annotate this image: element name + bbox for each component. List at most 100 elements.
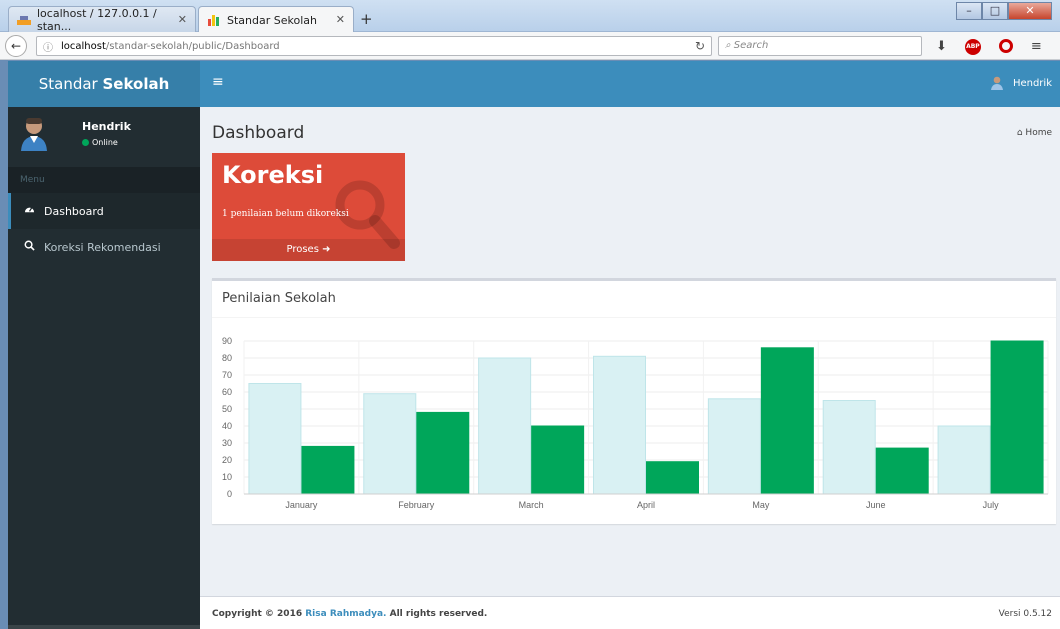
bar-series-1 <box>937 425 991 495</box>
y-tick-label: 70 <box>222 370 232 380</box>
panel-title: Penilaian Sekolah <box>222 291 336 306</box>
browser-tab-standar-sekolah[interactable]: Standar Sekolah ✕ <box>198 6 354 33</box>
hamburger-menu-icon[interactable]: ≡ <box>1031 39 1042 55</box>
x-tick-label: June <box>866 500 886 510</box>
breadcrumb-home: Home <box>1025 128 1052 138</box>
tab-label: localhost / 127.0.0.1 / stan... <box>37 6 157 33</box>
user-status: Online <box>82 138 118 147</box>
brand-bold: Sekolah <box>102 75 170 93</box>
back-arrow-icon[interactable]: ← <box>5 35 27 57</box>
info-box-title: Koreksi <box>222 161 324 189</box>
copyright-prefix: Copyright © 2016 <box>212 609 306 619</box>
x-tick-label: March <box>519 500 544 510</box>
y-tick-label: 90 <box>222 336 232 346</box>
version-text: Versi 0.5.12 <box>998 609 1052 619</box>
app-page: Standar Sekolah Hendrik Online Menu Dash… <box>8 61 1060 629</box>
minimize-icon[interactable]: – <box>956 2 982 20</box>
bar-series-1 <box>363 393 417 495</box>
status-text: Online <box>92 138 118 147</box>
opera-icon[interactable] <box>998 39 1013 53</box>
tab-label: Standar Sekolah <box>227 13 317 27</box>
sidebar-item-label: Koreksi Rekomendasi <box>44 240 161 254</box>
bar-series-2 <box>875 447 929 495</box>
info-box-text: 1 penilaian belum dikoreksi <box>222 209 349 219</box>
new-tab-icon[interactable]: + <box>360 10 373 28</box>
author-link[interactable]: Risa Rahmadya. <box>305 609 386 619</box>
search-input[interactable]: ⌕ Search <box>718 36 922 56</box>
x-tick-label: January <box>285 500 318 510</box>
search-placeholder: Search <box>733 40 769 51</box>
sidebar-item-dashboard[interactable]: Dashboard <box>8 193 200 229</box>
dashboard-icon <box>24 204 38 218</box>
bar-series-2 <box>760 347 814 495</box>
bar-series-1 <box>248 383 302 495</box>
window-controls: – □ ✕ <box>956 2 1052 20</box>
penilaian-panel: Penilaian Sekolah 0 10 20 30 40 50 60 70 80 90 Jan… <box>212 278 1056 524</box>
y-tick-label: 20 <box>222 455 232 465</box>
adblock-icon[interactable]: ABP <box>964 39 981 55</box>
user-avatar-icon <box>990 76 1003 90</box>
x-tick-label: July <box>983 500 1000 510</box>
sidebar-toggle-icon[interactable]: ≡ <box>212 74 224 90</box>
sidebar-scroll-edge <box>8 625 200 629</box>
y-tick-label: 60 <box>222 387 232 397</box>
top-navbar: ≡ Hendrik <box>200 61 1060 107</box>
koreksi-info-box: Koreksi 1 penilaian belum dikoreksi Pros… <box>212 153 405 261</box>
bar-series-2 <box>646 461 699 495</box>
reload-icon[interactable]: ↻ <box>695 39 705 53</box>
browser-tab-bar: localhost / 127.0.0.1 / stan... ✕ Standa… <box>0 0 1060 33</box>
download-icon[interactable]: ⬇ <box>936 39 947 55</box>
user-name: Hendrik <box>82 120 131 133</box>
avatar <box>21 118 47 151</box>
y-tick-label: 30 <box>222 438 232 448</box>
online-dot-icon <box>82 139 89 146</box>
info-icon[interactable]: ⓘ <box>43 39 53 54</box>
content-area: Dashboard ⌂ Home Koreksi 1 penilaian bel… <box>200 107 1060 629</box>
bar-series-1 <box>478 357 532 495</box>
url-path: /standar-sekolah/public/Dashboard <box>105 40 280 52</box>
breadcrumb[interactable]: ⌂ Home <box>1017 128 1052 138</box>
main-footer: Copyright © 2016 Risa Rahmadya. All righ… <box>200 596 1060 629</box>
url-bar[interactable]: ⓘ localhost/standar-sekolah/public/Dashb… <box>36 36 712 56</box>
bar-series-1 <box>707 398 761 495</box>
x-tick-label: February <box>398 500 435 510</box>
close-tab-icon[interactable]: ✕ <box>178 13 187 26</box>
close-window-icon[interactable]: ✕ <box>1008 2 1052 20</box>
search-icon: ⌕ <box>725 40 731 51</box>
proses-link[interactable]: Proses ➜ <box>212 239 405 261</box>
copyright-suffix: All rights reserved. <box>386 609 488 619</box>
bar-chart-icon <box>207 14 221 26</box>
sidebar-item-label: Dashboard <box>44 204 104 218</box>
browser-nav-bar: ← ⓘ localhost/standar-sekolah/public/Das… <box>0 32 1060 60</box>
y-tick-label: 40 <box>222 421 232 431</box>
home-icon: ⌂ <box>1016 128 1023 138</box>
search-icon <box>24 240 38 254</box>
y-tick-label: 10 <box>222 472 232 482</box>
arrow-circle-right-icon: ➜ <box>322 244 331 255</box>
y-tick-label: 0 <box>227 489 232 499</box>
user-menu[interactable]: Hendrik <box>990 76 1052 90</box>
phpmyadmin-icon <box>17 14 31 26</box>
page-title: Dashboard <box>212 123 305 143</box>
bar-series-2 <box>416 411 470 495</box>
panel-divider <box>212 317 1056 318</box>
menu-header: Menu <box>8 167 200 193</box>
brand-light: Standar <box>38 75 98 93</box>
sidebar-item-koreksi-rekomendasi[interactable]: Koreksi Rekomendasi <box>8 229 200 265</box>
close-tab-icon[interactable]: ✕ <box>336 13 345 26</box>
maximize-icon[interactable]: □ <box>982 2 1008 20</box>
bar-series-2 <box>301 445 355 495</box>
y-tick-label: 50 <box>222 404 232 414</box>
copyright: Copyright © 2016 Risa Rahmadya. All righ… <box>212 609 487 619</box>
user-menu-name: Hendrik <box>1012 77 1052 89</box>
x-tick-label: April <box>637 500 655 510</box>
browser-tab-phpmyadmin[interactable]: localhost / 127.0.0.1 / stan... ✕ <box>8 6 196 33</box>
brand-logo[interactable]: Standar Sekolah <box>8 61 200 107</box>
url-host: localhost <box>61 40 106 52</box>
x-tick-label: May <box>752 500 770 510</box>
bar-series-1 <box>822 400 876 495</box>
bar-series-1 <box>593 355 646 495</box>
bar-series-2 <box>531 425 585 495</box>
bar-chart: 0 10 20 30 40 50 60 70 80 90 January February March A… <box>222 336 1049 510</box>
sidebar: Standar Sekolah Hendrik Online Menu Dash… <box>8 61 200 629</box>
